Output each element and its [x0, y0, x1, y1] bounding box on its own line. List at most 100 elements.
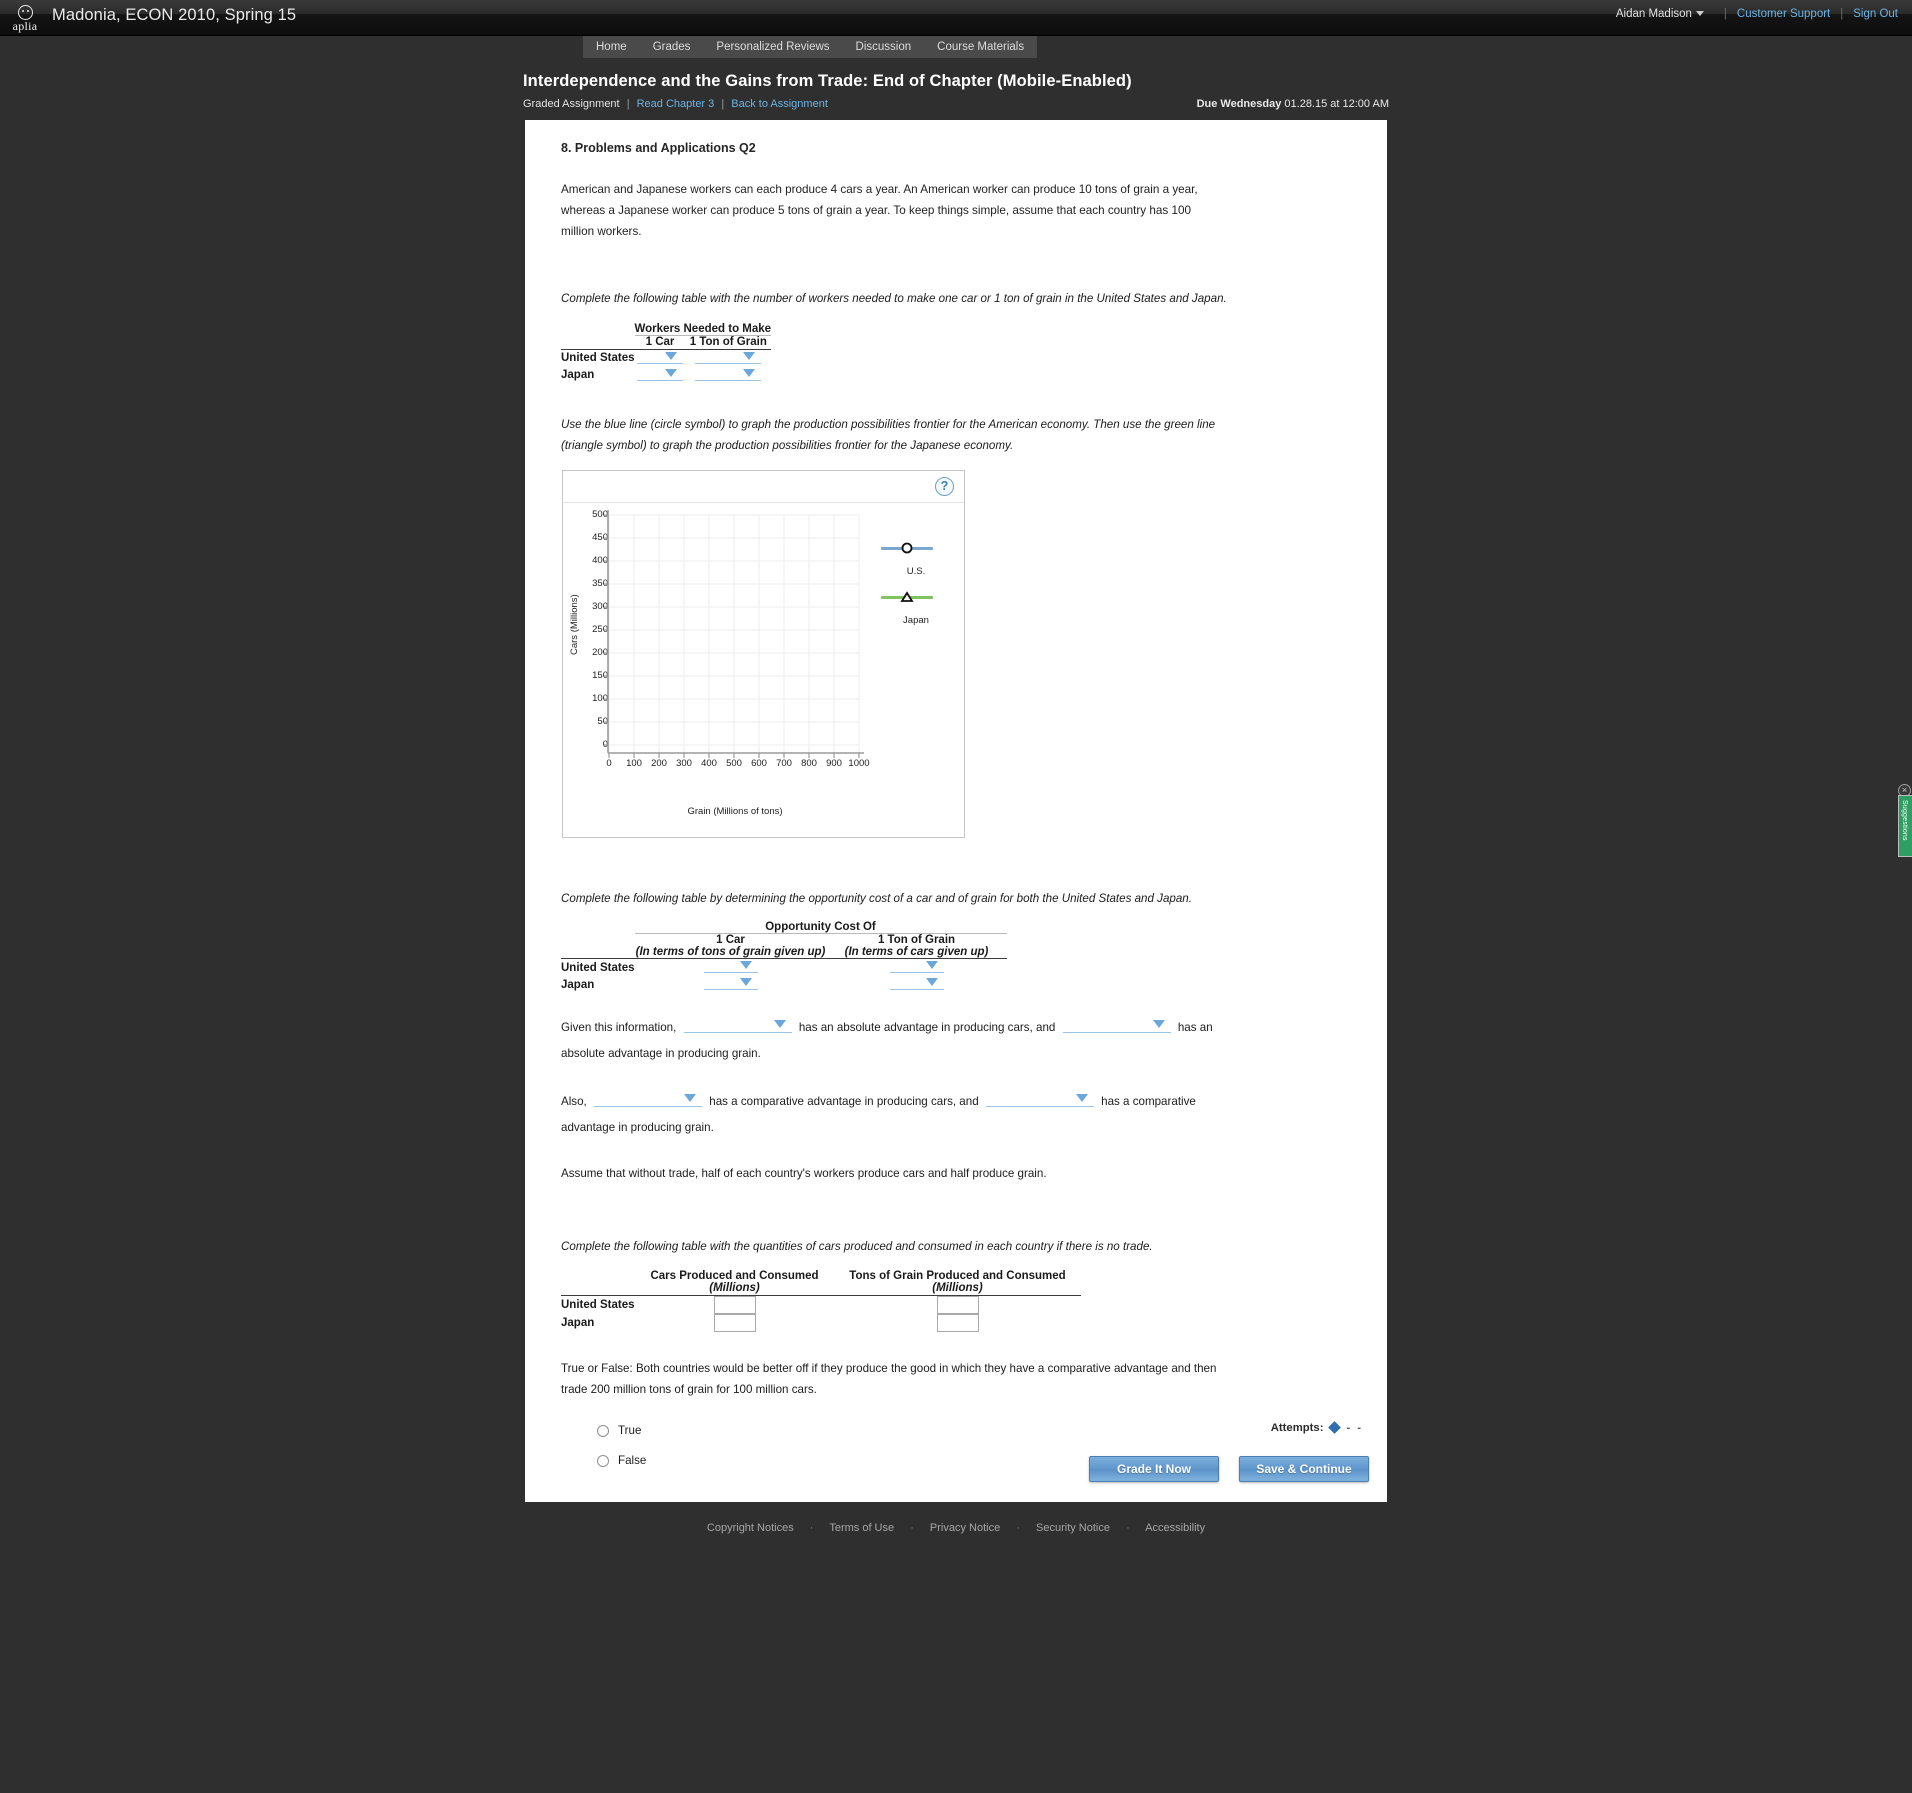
assignment-subheader: Graded Assignment | Read Chapter 3 | Bac…: [523, 98, 1389, 114]
back-to-assignment-link[interactable]: Back to Assignment: [731, 98, 828, 110]
aplia-logo[interactable]: aplia: [6, 0, 44, 36]
comparative-lead: Also,: [561, 1095, 587, 1108]
x-tick: 1000: [848, 757, 870, 769]
footer-link-accessibility[interactable]: Accessibility: [1145, 1522, 1205, 1534]
opp-cost-group-header: Opportunity Cost Of: [634, 920, 1007, 934]
column-header-car: 1 Car: [645, 336, 675, 348]
y-tick: 0: [580, 739, 608, 750]
dropdown-us-opp-cost-car[interactable]: [703, 959, 758, 973]
question-body: American and Japanese workers can each p…: [561, 183, 1198, 238]
column-subheader-car: (In terms of tons of grain given up): [635, 945, 826, 958]
legend-entry-japan[interactable]: [881, 590, 961, 604]
table-row: Japan: [561, 976, 1007, 993]
attempt-mark-1: -: [1346, 1421, 1351, 1434]
action-buttons: Grade It Now Save & Continue: [1089, 1455, 1369, 1482]
dropdown-japan-opp-cost-car[interactable]: [703, 976, 758, 990]
footer-link-privacy[interactable]: Privacy Notice: [930, 1522, 1000, 1534]
nav-item-grades[interactable]: Grades: [640, 36, 704, 58]
suggestions-tab[interactable]: Suggestions: [1898, 795, 1912, 857]
y-tick: 300: [592, 600, 608, 612]
sign-out-link[interactable]: Sign Out: [1853, 8, 1898, 20]
input-us-cars[interactable]: [713, 1295, 756, 1314]
workers-needed-table: Workers Needed to Make 1 Car 1 Ton of Gr…: [561, 323, 772, 384]
chevron-down-icon: [665, 368, 678, 377]
column-subheader-cars: (Millions): [709, 1282, 760, 1294]
chevron-down-icon: [684, 1094, 697, 1102]
no-trade-prompt: Complete the following table with the qu…: [561, 1240, 1153, 1253]
save-and-continue-button[interactable]: Save & Continue: [1239, 1455, 1369, 1482]
chart-legend: U.S. Japan: [881, 541, 961, 626]
plot-grid: [604, 509, 864, 758]
y-tick: 500: [592, 508, 608, 520]
attempt-mark-2: -: [1357, 1421, 1361, 1434]
plot-area[interactable]: Cars (Millions) 500 450 400 350 300 250 …: [563, 503, 964, 837]
ppf-graph-panel[interactable]: ? Cars (Millions) 500 450 400 350 300 25…: [562, 469, 965, 838]
no-trade-table: Cars Produced and Consumed Tons of Grain…: [561, 1270, 1081, 1332]
dropdown-absolute-advantage-grain[interactable]: [1062, 1018, 1171, 1033]
assume-text: Assume that without trade, half of each …: [561, 1167, 1047, 1180]
nav-item-course-materials[interactable]: Course Materials: [924, 36, 1037, 58]
footer-link-security[interactable]: Security Notice: [1036, 1522, 1110, 1534]
column-header-grain: 1 Ton of Grain: [689, 336, 767, 348]
y-tick: 150: [592, 669, 608, 681]
assignment-type: Graded Assignment: [523, 98, 620, 110]
circle-marker-icon: [901, 542, 913, 553]
column-header-grain: 1 Ton of Grain: [877, 933, 956, 946]
graph-toolbar: ?: [563, 471, 964, 503]
column-header-cars: Cars Produced and Consumed: [650, 1270, 819, 1282]
radio-button-true[interactable]: [597, 1424, 609, 1437]
dropdown-us-workers-per-ton-grain[interactable]: [695, 350, 762, 364]
read-chapter-link[interactable]: Read Chapter 3: [637, 98, 715, 110]
chevron-down-icon: [743, 351, 756, 360]
row-label-japan: Japan: [561, 369, 595, 381]
divider: ·: [809, 1521, 814, 1534]
question-heading: 8. Problems and Applications Q2: [561, 141, 756, 155]
table-column-header-row: 1 Car 1 Ton of Grain: [561, 336, 771, 348]
radio-option-true[interactable]: True: [597, 1416, 1367, 1446]
dropdown-absolute-advantage-cars[interactable]: [683, 1018, 792, 1033]
column-header-car: 1 Car: [716, 933, 745, 946]
dropdown-comparative-advantage-grain[interactable]: [985, 1092, 1094, 1107]
radio-button-false[interactable]: [597, 1454, 609, 1467]
table-row: United States: [561, 959, 1007, 977]
dropdown-japan-workers-per-ton-grain[interactable]: [695, 367, 762, 381]
footer-link-terms[interactable]: Terms of Use: [829, 1522, 894, 1534]
table-group-header-row: Opportunity Cost Of: [561, 920, 1007, 934]
x-axis-label: Grain (Millions of tons): [687, 805, 783, 817]
dropdown-us-workers-per-car[interactable]: [637, 350, 684, 364]
nav-bar-wrapper: Home Grades Personalized Reviews Discuss…: [0, 36, 1912, 62]
y-axis-ticks: 500 450 400 350 300 250 200 150 100 50 0: [579, 503, 608, 793]
dropdown-japan-opp-cost-grain[interactable]: [889, 976, 944, 990]
table-column-subheader-row: (Millions) (Millions): [561, 1282, 1081, 1294]
legend-entry-us[interactable]: [881, 541, 961, 555]
table-group-header-row: Workers Needed to Make: [561, 323, 772, 336]
input-japan-grain[interactable]: [936, 1313, 979, 1332]
dropdown-japan-workers-per-car[interactable]: [637, 367, 684, 381]
question-card: 8. Problems and Applications Q2 American…: [525, 120, 1387, 1502]
attempts-label: Attempts:: [1270, 1421, 1324, 1434]
footer-link-copyright[interactable]: Copyright Notices: [707, 1522, 794, 1534]
table-row: United States: [561, 349, 771, 367]
y-tick: 50: [597, 715, 608, 727]
workers-table-prompt: Complete the following table with the nu…: [561, 292, 1227, 305]
assignment-header: Interdependence and the Gains from Trade…: [0, 62, 1912, 114]
top-bar: aplia Madonia, ECON 2010, Spring 15 Aida…: [0, 0, 1912, 36]
nav-item-discussion[interactable]: Discussion: [843, 36, 925, 58]
user-menu[interactable]: Aidan Madison: [1616, 8, 1714, 20]
divider: |: [626, 98, 630, 110]
dropdown-us-opp-cost-grain[interactable]: [889, 959, 944, 973]
chevron-down-icon: [925, 978, 938, 986]
nav-item-home[interactable]: Home: [583, 36, 640, 58]
chevron-down-icon: [1695, 11, 1704, 17]
dropdown-comparative-advantage-cars[interactable]: [594, 1092, 703, 1107]
help-icon[interactable]: ?: [935, 476, 954, 496]
grade-it-now-button[interactable]: Grade It Now: [1089, 1455, 1219, 1482]
customer-support-link[interactable]: Customer Support: [1737, 8, 1830, 20]
absolute-advantage-sentence: Given this information, has an absolute …: [561, 1015, 1251, 1067]
divider: |: [1723, 8, 1727, 20]
input-us-grain[interactable]: [936, 1295, 979, 1314]
nav-item-personalized-reviews[interactable]: Personalized Reviews: [703, 36, 842, 58]
table-row: Japan: [561, 1313, 1081, 1332]
input-japan-cars[interactable]: [713, 1313, 756, 1332]
chevron-down-icon: [665, 351, 678, 360]
